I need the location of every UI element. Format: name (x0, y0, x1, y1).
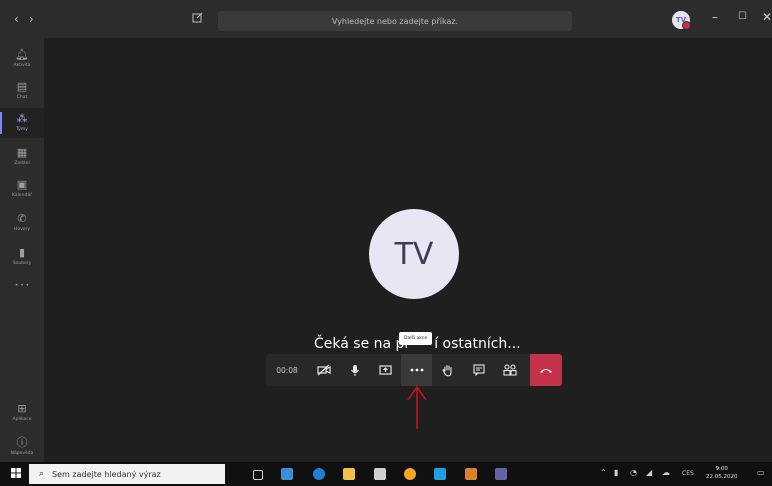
language-indicator[interactable]: CES (682, 470, 694, 477)
ms-store-icon[interactable] (374, 468, 386, 480)
teams-app-icon[interactable] (495, 468, 507, 480)
tray-chevron-icon[interactable]: ⌃ (600, 468, 607, 477)
more-actions-tooltip: Další akce (399, 332, 433, 345)
files-icon: ▮ (18, 246, 26, 259)
onedrive-icon[interactable]: ☁ (662, 468, 670, 477)
hang-up-icon (540, 368, 552, 373)
nav-arrows: ‹› (14, 12, 44, 26)
camera-toggle-button[interactable] (308, 354, 339, 386)
phone-icon: ✆ (17, 212, 27, 225)
notifications-icon[interactable]: ▭ (757, 468, 765, 477)
app-orange-icon[interactable] (465, 468, 477, 480)
calendar-icon: ▣ (16, 178, 28, 191)
back-button[interactable]: ‹ (14, 12, 29, 26)
title-bar: ‹› Vyhledejte nebo zadejte příkaz. TV – … (0, 0, 772, 38)
app-rail: 🔔︎ Aktivita ▤ Chat ⁂ Týmy ▦ Zadání ▣ Kal… (0, 38, 44, 462)
call-timer: 00:08 (276, 365, 298, 375)
network-icon[interactable]: ◔ (630, 468, 637, 477)
rail-item-help[interactable]: ⓘ Nápověda (0, 432, 44, 462)
rail-item-label: Aplikace (12, 417, 32, 422)
system-clock[interactable]: 9:00 22.05.2020 (706, 465, 738, 481)
taskbar-search-input[interactable]: ⌕ Sem zadejte hledaný výraz (29, 464, 225, 484)
volume-icon[interactable]: ◢ (646, 468, 652, 477)
chat-icon: ▤ (16, 80, 28, 93)
apps-icon: ⊞ (17, 402, 27, 415)
mic-icon (350, 364, 359, 376)
help-icon: ⓘ (16, 436, 28, 449)
assignments-icon: ▦ (16, 146, 28, 159)
share-screen-button[interactable] (370, 354, 401, 386)
rail-item-activity[interactable]: 🔔︎ Aktivita (0, 44, 44, 74)
annotation-arrow-icon (407, 385, 427, 429)
participants-button[interactable] (494, 354, 525, 386)
raise-hand-button[interactable] (432, 354, 463, 386)
close-button[interactable]: ✕ (762, 10, 772, 24)
rail-item-label: Kalendář (12, 193, 32, 198)
forward-button[interactable]: › (29, 12, 44, 26)
chat-icon (472, 364, 485, 376)
rail-item-label: Aktivita (13, 63, 31, 68)
participant-avatar: TV (369, 209, 459, 299)
taskbar: ⌕ Sem zadejte hledaný výraz ⌃ ▮ ◔ ◢ ☁ CE… (0, 462, 772, 486)
participants-icon (502, 364, 517, 376)
search-input[interactable]: Vyhledejte nebo zadejte příkaz. (218, 11, 572, 31)
chrome-browser-icon[interactable] (404, 468, 416, 480)
clock-date: 22.05.2020 (706, 474, 738, 480)
file-explorer-icon[interactable] (343, 468, 355, 480)
chat-button[interactable] (463, 354, 494, 386)
share-screen-icon (379, 365, 392, 375)
rail-item-label: Týmy (16, 127, 28, 132)
edge-browser-icon[interactable] (313, 468, 325, 480)
rail-item-chat[interactable]: ▤ Chat (0, 76, 44, 106)
participant-initials: TV (394, 236, 434, 272)
minimize-button[interactable]: – (712, 10, 718, 24)
rail-item-calendar[interactable]: ▣ Kalendář (0, 174, 44, 204)
more-icon: • • • (14, 282, 30, 289)
maximize-button[interactable]: ☐ (738, 11, 747, 22)
rail-item-calls[interactable]: ✆ Hovory (0, 208, 44, 238)
rail-item-label: Hovory (13, 227, 31, 232)
clock-time: 9:00 (715, 466, 728, 472)
app-blue-icon[interactable] (434, 468, 446, 480)
rail-item-label: Soubory (12, 261, 32, 266)
hang-up-button[interactable] (530, 354, 562, 386)
camera-off-icon (316, 364, 331, 376)
task-view-icon[interactable] (253, 470, 263, 480)
rail-item-assignments[interactable]: ▦ Zadání (0, 142, 44, 172)
search-icon: ⌕ (39, 469, 45, 479)
call-controls: 00:08 (266, 354, 562, 386)
battery-icon[interactable]: ▮ (614, 468, 618, 477)
rail-item-label: Nápověda (10, 451, 34, 456)
status-dot-icon (682, 21, 691, 30)
avatar[interactable]: TV (672, 11, 691, 30)
rail-more-button[interactable]: • • • (0, 278, 44, 292)
windows-start-icon[interactable] (11, 468, 21, 481)
teams-icon: ⁂ (16, 112, 28, 125)
rail-item-label: Zadání (14, 161, 30, 166)
search-placeholder: Vyhledejte nebo zadejte příkaz. (331, 16, 459, 26)
store-app-icon[interactable] (281, 468, 293, 480)
more-actions-icon (410, 368, 423, 372)
rail-item-files[interactable]: ▮ Soubory (0, 242, 44, 272)
waiting-text-left: Čeká se na př (314, 336, 411, 352)
waiting-text-right: í ostatních... (434, 336, 521, 352)
more-actions-button[interactable] (401, 354, 432, 386)
rail-item-apps[interactable]: ⊞ Aplikace (0, 398, 44, 428)
rail-item-label: Chat (16, 95, 28, 100)
rail-item-teams[interactable]: ⁂ Týmy (0, 108, 44, 138)
taskbar-search-placeholder: Sem zadejte hledaný výraz (52, 469, 161, 479)
raise-hand-icon (442, 364, 452, 376)
edit-icon[interactable] (192, 12, 203, 26)
mic-button[interactable] (339, 354, 370, 386)
bell-icon: 🔔︎ (15, 48, 29, 61)
